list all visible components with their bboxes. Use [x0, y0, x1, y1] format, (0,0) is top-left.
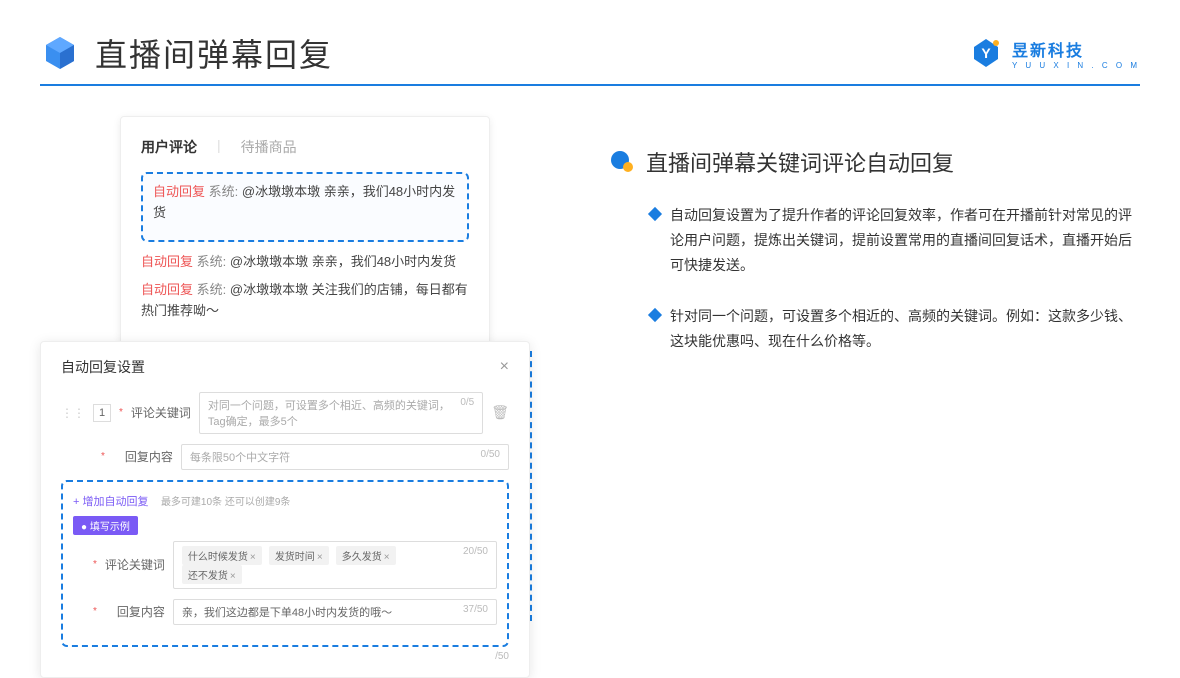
keyword-label: 评论关键词	[131, 404, 191, 421]
row-number: 1	[93, 404, 111, 422]
section-title: 直播间弹幕关键词评论自动回复	[646, 146, 954, 178]
keyword-tag[interactable]: 什么时候发货×	[182, 546, 262, 565]
header-divider	[40, 84, 1140, 86]
delete-icon[interactable]: 🗑	[491, 404, 509, 421]
add-hint: 最多可建10条 还可以创建9条	[161, 497, 290, 508]
connector-line-v	[530, 351, 532, 621]
keyword-tag[interactable]: 还不发货×	[182, 565, 242, 584]
diamond-bullet-icon	[648, 307, 662, 321]
ex-content-input[interactable]: 亲，我们这边都是下单48小时内发货的哦～ 37/50	[173, 599, 497, 625]
svg-text:Y: Y	[981, 45, 991, 61]
content-counter: 0/50	[481, 449, 500, 465]
keyword-tag[interactable]: 多久发货×	[336, 546, 396, 565]
outer-counter: /50	[61, 651, 509, 662]
brand-name-cn: 昱新科技	[1012, 37, 1140, 61]
cube-icon	[40, 33, 80, 73]
page-title: 直播间弹幕回复	[95, 30, 333, 76]
ex-keyword-label: 评论关键词	[105, 556, 165, 573]
tab-user-comments[interactable]: 用户评论	[141, 137, 197, 157]
content-input[interactable]: 每条限50个中文字符 0/50	[181, 444, 509, 470]
ex-keyword-input[interactable]: 什么时候发货× 发货时间× 多久发货× 还不发货× 20/50	[173, 541, 497, 589]
system-label: 系统:	[209, 184, 239, 199]
drag-handle-icon[interactable]: ⋮⋮	[61, 406, 85, 420]
example-badge: ● 填写示例	[73, 516, 138, 535]
example-section: + 增加自动回复 最多可建10条 还可以创建9条 ● 填写示例 * 评论关键词 …	[61, 480, 509, 647]
keyword-tag[interactable]: 发货时间×	[269, 546, 329, 565]
bullet-item: 自动回复设置为了提升作者的评论回复效率，作者可在开播前针对常见的评论用户问题，提…	[610, 203, 1140, 279]
bullet-item: 针对同一个问题，可设置多个相近的、高频的关键词。例如：这款多少钱、这块能优惠吗、…	[610, 304, 1140, 354]
close-icon[interactable]: ×	[500, 358, 509, 376]
tab-pending-goods[interactable]: 待播商品	[241, 137, 297, 157]
bullet-text-2: 针对同一个问题，可设置多个相近的、高频的关键词。例如：这款多少钱、这块能优惠吗、…	[670, 304, 1140, 354]
settings-title: 自动回复设置	[61, 357, 145, 377]
required-star: *	[119, 407, 123, 418]
brand-logo-block: Y 昱新科技 Y U U X I N . C O M	[970, 37, 1140, 70]
content-label: 回复内容	[113, 448, 173, 465]
comment-row: 自动回复 系统: @冰墩墩本墩 关注我们的店铺，每日都有热门推荐呦～	[141, 280, 469, 322]
keyword-input[interactable]: 对同一个问题，可设置多个相近、高频的关键词，Tag确定，最多5个 0/5	[199, 392, 483, 434]
comment-text-2: @冰墩墩本墩 亲亲，我们48小时内发货	[230, 254, 456, 269]
brand-icon: Y	[970, 37, 1002, 69]
brand-name-en: Y U U X I N . C O M	[1012, 61, 1140, 70]
comments-card: 用户评论 | 待播商品 自动回复 系统: @冰墩墩本墩 亲亲，我们48小时内发货…	[120, 116, 490, 351]
ex-content-label: 回复内容	[105, 603, 165, 620]
bubble-icon	[610, 150, 634, 174]
comment-row: 自动回复 系统: @冰墩墩本墩 亲亲，我们48小时内发货	[141, 252, 469, 273]
keyword-counter: 0/5	[460, 397, 474, 429]
settings-modal: 自动回复设置 × ⋮⋮ 1 * 评论关键词 对同一个问题，可设置多个相近、高频的…	[40, 341, 530, 678]
highlighted-comment: 自动回复 系统: @冰墩墩本墩 亲亲，我们48小时内发货	[141, 172, 469, 242]
required-star: *	[101, 451, 105, 462]
diamond-bullet-icon	[648, 207, 662, 221]
add-auto-reply-link[interactable]: + 增加自动回复	[73, 496, 148, 508]
auto-reply-tag: 自动回复	[153, 184, 205, 199]
tab-separator: |	[217, 137, 221, 157]
bullet-text-1: 自动回复设置为了提升作者的评论回复效率，作者可在开播前针对常见的评论用户问题，提…	[670, 203, 1140, 279]
